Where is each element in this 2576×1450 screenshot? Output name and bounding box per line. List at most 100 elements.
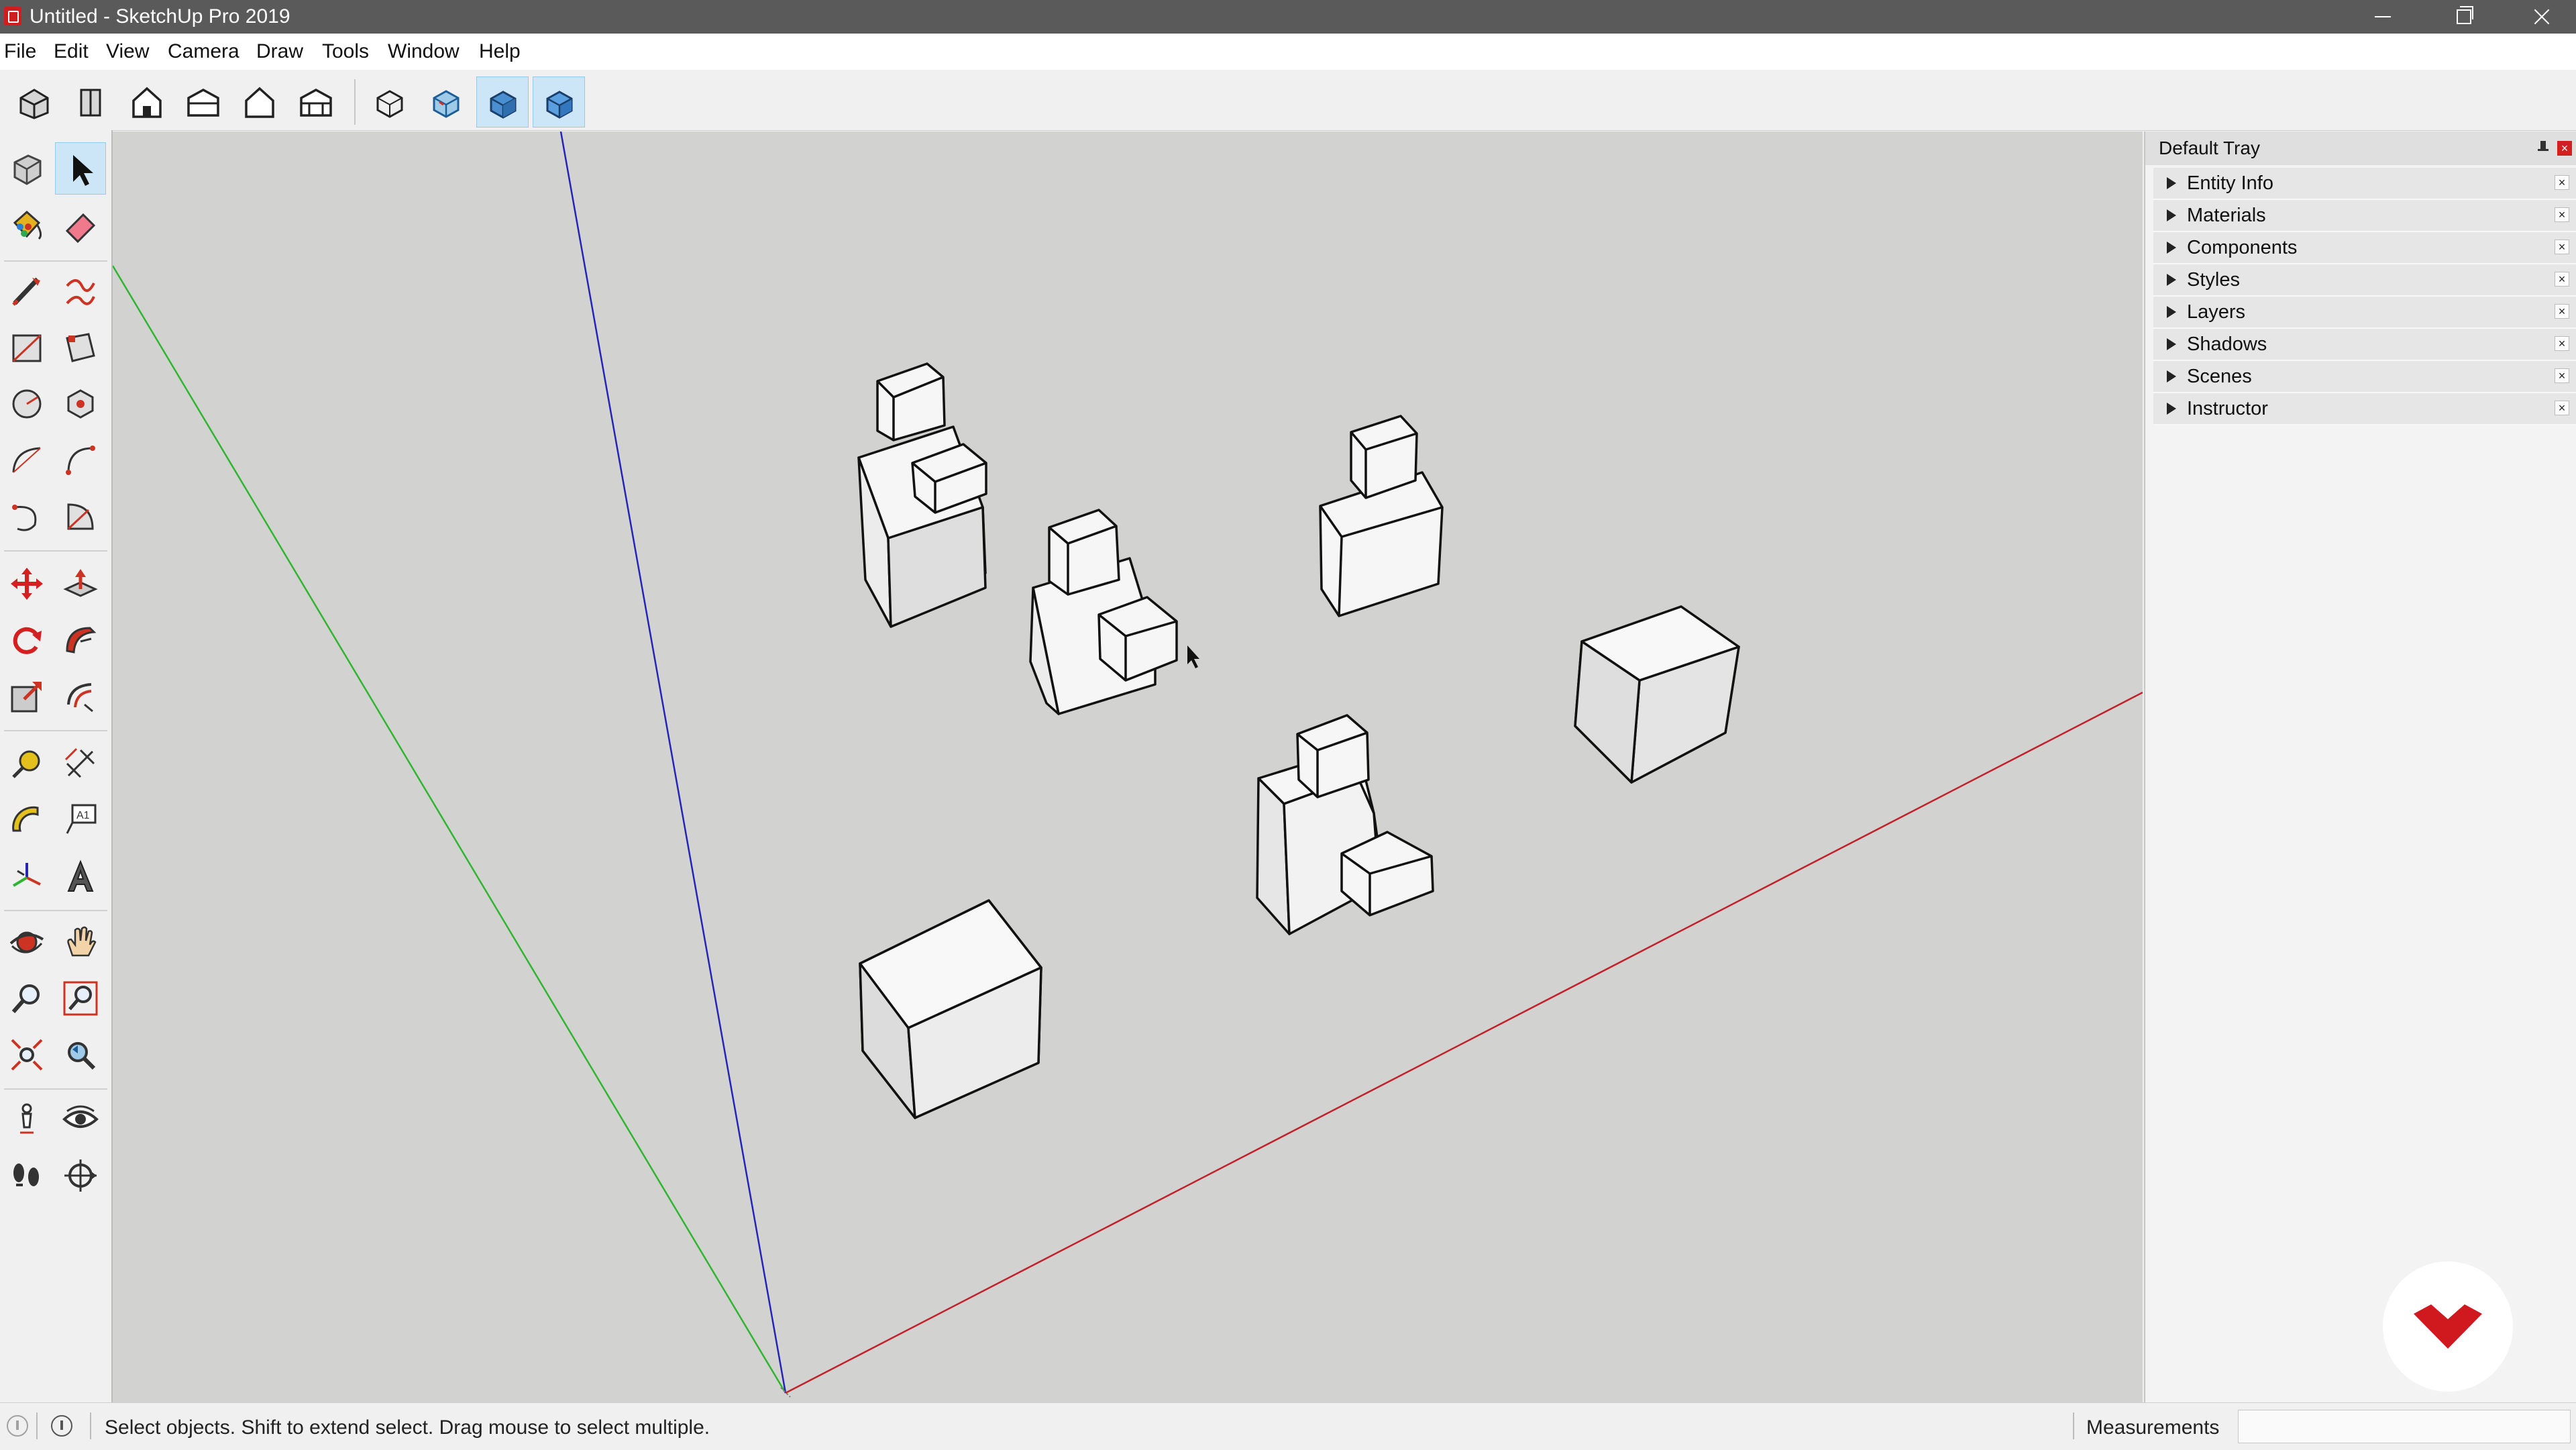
tiered-block-e[interactable] — [1256, 714, 1434, 935]
close-window-button[interactable] — [2509, 0, 2576, 34]
pin-icon[interactable] — [2537, 141, 2549, 154]
eraser-button[interactable] — [55, 199, 106, 251]
pan-button[interactable] — [55, 915, 106, 968]
mouse-cursor — [1187, 645, 1199, 668]
iso-view-button[interactable] — [8, 76, 60, 127]
panel-close-button[interactable]: × — [2555, 304, 2569, 319]
geolocation-icon[interactable] — [7, 1415, 28, 1437]
panel-close-button[interactable]: × — [2555, 175, 2569, 190]
paint-bucket-button[interactable] — [1, 199, 52, 251]
xray-button[interactable] — [364, 76, 416, 127]
tiered-block-a[interactable] — [857, 362, 987, 628]
panel-entity-info[interactable]: Entity Info × — [2153, 168, 2576, 200]
3d-text-button[interactable] — [55, 849, 106, 902]
menu-help[interactable]: Help — [479, 40, 521, 63]
circle-icon — [12, 389, 42, 419]
circle-button[interactable] — [1, 377, 52, 429]
tiered-block-b[interactable] — [1029, 509, 1178, 715]
look-around-button[interactable] — [55, 1092, 106, 1145]
zoom-extents-icon — [11, 1039, 43, 1071]
protractor-button[interactable] — [1, 793, 52, 845]
top-view-icon — [80, 89, 101, 117]
panel-scenes[interactable]: Scenes × — [2153, 361, 2576, 393]
panel-styles[interactable]: Styles × — [2153, 264, 2576, 297]
cube-d[interactable] — [1574, 605, 1740, 784]
rectangle-button[interactable] — [1, 321, 52, 373]
tray-close-button[interactable]: × — [2557, 141, 2572, 156]
measurements-field[interactable] — [2238, 1410, 2571, 1443]
polygon-button[interactable] — [55, 377, 106, 429]
credits-info-icon[interactable] — [51, 1415, 72, 1437]
menu-tools[interactable]: Tools — [322, 40, 369, 63]
position-camera-button[interactable] — [1, 1092, 52, 1145]
panel-shadows[interactable]: Shadows × — [2153, 329, 2576, 361]
zoom-button[interactable] — [1, 972, 52, 1024]
rotate-button[interactable] — [1, 613, 52, 666]
panel-close-button[interactable]: × — [2555, 368, 2569, 383]
previous-view-button[interactable] — [55, 1028, 106, 1080]
stacked-block-c[interactable] — [1319, 415, 1444, 617]
panel-layers[interactable]: Layers × — [2153, 297, 2576, 329]
drawing-viewport[interactable] — [113, 132, 2143, 1402]
follow-me-button[interactable] — [55, 613, 106, 666]
panel-label: Materials — [2187, 205, 2266, 226]
rotate-icon — [13, 627, 42, 654]
menu-file[interactable]: File — [4, 40, 36, 63]
rotated-rectangle-icon — [66, 333, 95, 362]
panel-close-button[interactable]: × — [2555, 272, 2569, 287]
menu-window[interactable]: Window — [388, 40, 460, 63]
dimension-button[interactable] — [55, 737, 106, 789]
text-button[interactable]: A1 — [55, 793, 106, 845]
menu-draw[interactable]: Draw — [256, 40, 303, 63]
arc-button[interactable] — [1, 433, 52, 486]
zoom-extents-button[interactable] — [1, 1028, 52, 1080]
expand-arrow-icon — [2167, 370, 2176, 382]
panel-close-button[interactable]: × — [2555, 401, 2569, 415]
panel-close-button[interactable]: × — [2555, 336, 2569, 351]
pie-button[interactable] — [55, 490, 106, 542]
panel-instructor[interactable]: Instructor × — [2153, 393, 2576, 425]
offset-button[interactable] — [55, 670, 106, 722]
front-view-button[interactable] — [121, 76, 173, 127]
wireframe-button[interactable] — [420, 76, 472, 127]
panel-close-button[interactable]: × — [2555, 207, 2569, 222]
zoom-window-button[interactable] — [55, 972, 106, 1024]
make-component-icon — [13, 154, 42, 185]
select-tool-button[interactable] — [55, 142, 106, 195]
panel-components[interactable]: Components × — [2153, 232, 2576, 264]
minimize-button[interactable] — [2348, 0, 2415, 34]
move-button[interactable] — [1, 557, 52, 609]
sketchup-app-icon — [4, 7, 21, 25]
walk-button[interactable] — [1, 1149, 52, 1201]
two-point-arc-button[interactable] — [55, 433, 106, 486]
tools-toolbar: A1 — [0, 130, 113, 1402]
right-view-button[interactable] — [177, 76, 229, 127]
rotated-rectangle-button[interactable] — [55, 321, 106, 373]
panel-close-button[interactable]: × — [2555, 240, 2569, 254]
orbit-button[interactable] — [1, 915, 52, 968]
three-point-arc-icon — [12, 505, 37, 531]
line-tool-button[interactable] — [1, 264, 52, 317]
push-pull-button[interactable] — [55, 557, 106, 609]
shaded-button[interactable] — [476, 76, 529, 127]
menu-edit[interactable]: Edit — [54, 40, 89, 63]
top-view-button[interactable] — [64, 76, 117, 127]
freehand-button[interactable] — [55, 264, 106, 317]
three-point-arc-button[interactable] — [1, 490, 52, 542]
cube-f[interactable] — [859, 899, 1042, 1119]
restore-button[interactable] — [2428, 0, 2496, 34]
expand-arrow-icon — [2167, 274, 2176, 286]
model-canvas[interactable] — [113, 132, 2143, 1402]
scale-button[interactable] — [1, 670, 52, 722]
section-plane-button[interactable] — [55, 1149, 106, 1201]
menu-camera[interactable]: Camera — [168, 40, 239, 63]
menu-view[interactable]: View — [106, 40, 149, 63]
shaded-textures-button[interactable] — [533, 76, 585, 127]
back-view-button[interactable] — [233, 76, 286, 127]
expand-arrow-icon — [2167, 338, 2176, 350]
make-component-button[interactable] — [1, 142, 52, 195]
left-view-button[interactable] — [290, 76, 342, 127]
axes-button[interactable] — [1, 849, 52, 902]
tape-measure-button[interactable] — [1, 737, 52, 789]
panel-materials[interactable]: Materials × — [2153, 200, 2576, 232]
